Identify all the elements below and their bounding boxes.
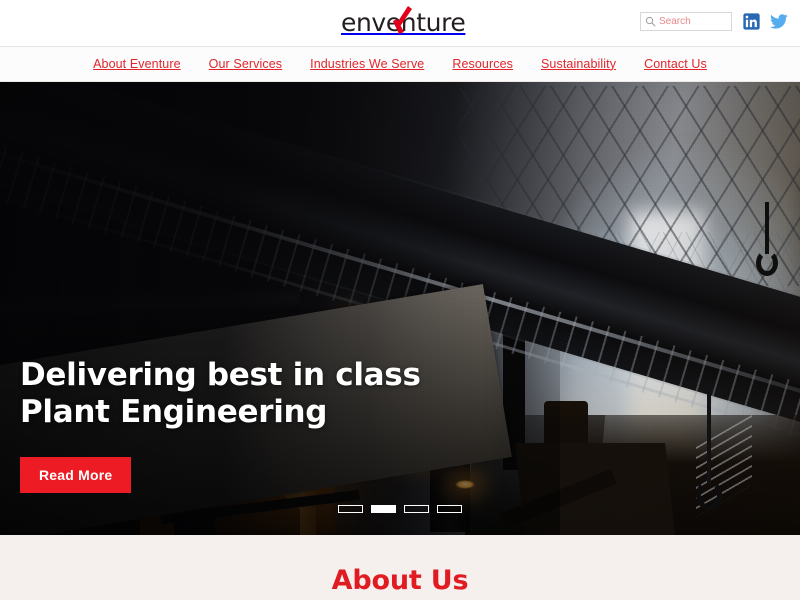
- brand-logo[interactable]: enventure: [341, 6, 466, 37]
- nav-item-our-services[interactable]: Our Services: [195, 47, 296, 82]
- about-section-title: About Us: [331, 565, 469, 596]
- nav-item-resources[interactable]: Resources: [438, 47, 527, 82]
- search-input[interactable]: [659, 16, 729, 27]
- twitter-link[interactable]: [770, 14, 788, 29]
- twitter-icon: [770, 14, 788, 29]
- linkedin-icon: [743, 13, 760, 30]
- social-links: [743, 13, 788, 30]
- brand-logo-text: enventure: [341, 8, 466, 37]
- hero-title: Delivering best in class Plant Engineeri…: [20, 357, 421, 430]
- site-header: enventure: [0, 0, 800, 47]
- nav-item-contact-us[interactable]: Contact Us: [630, 47, 707, 82]
- header-utilities: [640, 12, 788, 31]
- carousel-dot-4[interactable]: [437, 505, 462, 513]
- carousel-dot-2[interactable]: [371, 505, 396, 513]
- nav-list: About Eventure Our Services Industries W…: [93, 47, 707, 82]
- nav-item-industries-we-serve[interactable]: Industries We Serve: [296, 47, 438, 82]
- main-navigation: About Eventure Our Services Industries W…: [0, 47, 800, 82]
- nav-item-about-eventure[interactable]: About Eventure: [93, 47, 195, 82]
- hero-banner: Delivering best in class Plant Engineeri…: [0, 82, 800, 535]
- read-more-button[interactable]: Read More: [20, 457, 132, 493]
- hero-copy: Delivering best in class Plant Engineeri…: [20, 357, 421, 493]
- carousel-dot-1[interactable]: [338, 505, 363, 513]
- nav-item-sustainability[interactable]: Sustainability: [527, 47, 630, 82]
- about-section: About Us: [0, 535, 800, 600]
- carousel-indicators: [0, 505, 800, 513]
- linkedin-link[interactable]: [743, 13, 760, 30]
- carousel-dot-3[interactable]: [404, 505, 429, 513]
- page-root: enventure Search About Eventure Our Serv…: [0, 0, 800, 600]
- search-icon: [645, 16, 656, 27]
- search-box[interactable]: [640, 12, 732, 31]
